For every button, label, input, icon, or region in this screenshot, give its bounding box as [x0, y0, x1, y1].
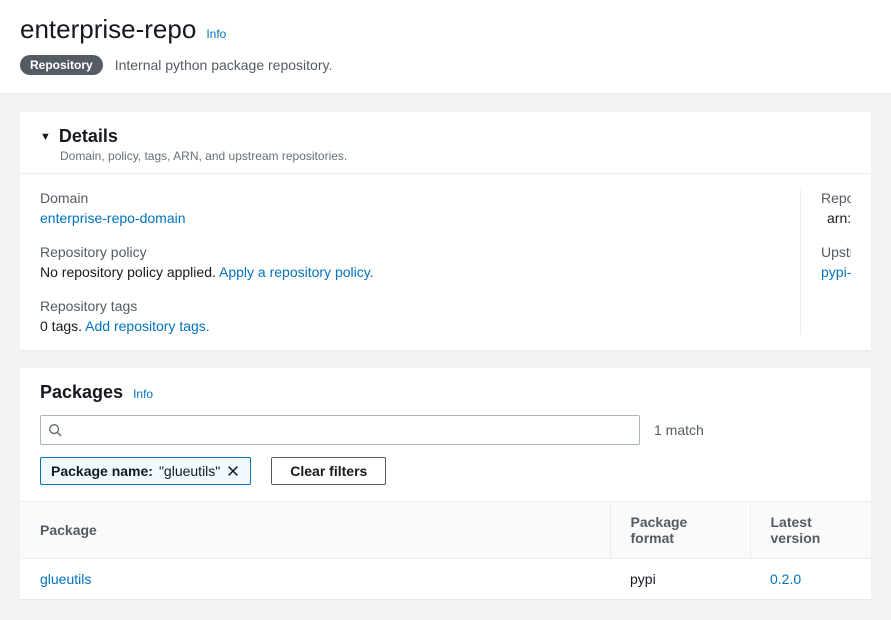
- package-search-input[interactable]: [40, 415, 640, 445]
- add-tags-link[interactable]: Add repository tags.: [85, 318, 210, 334]
- packages-title: Packages: [40, 382, 123, 403]
- details-collapse-toggle[interactable]: ▼: [40, 131, 51, 143]
- domain-label: Domain: [40, 190, 780, 206]
- upstream-label: Upstream repos: [821, 244, 851, 260]
- page-title: enterprise-repo: [20, 14, 196, 45]
- details-panel: ▼ Details Domain, policy, tags, ARN, and…: [20, 112, 871, 350]
- domain-link[interactable]: enterprise-repo-domain: [40, 210, 780, 226]
- packages-panel: Packages Info 1 match Package name: "glu…: [20, 368, 871, 599]
- filter-value: "glueutils": [159, 463, 220, 479]
- arn-value: arn:aws:co: [827, 210, 851, 226]
- table-row: glueutils pypi 0.2.0: [20, 559, 871, 600]
- search-icon: [48, 423, 62, 437]
- col-header-package[interactable]: Package: [20, 502, 610, 559]
- repo-description: Internal python package repository.: [115, 57, 333, 73]
- col-header-version[interactable]: Latest version: [750, 502, 871, 559]
- packages-info-link[interactable]: Info: [133, 387, 153, 401]
- title-info-link[interactable]: Info: [206, 27, 226, 41]
- package-format: pypi: [610, 559, 750, 600]
- arn-label: Repository ARN: [821, 190, 851, 206]
- policy-text: No repository policy applied.: [40, 264, 216, 280]
- tags-label: Repository tags: [40, 298, 780, 314]
- col-header-format[interactable]: Package format: [610, 502, 750, 559]
- apply-policy-link[interactable]: Apply a repository policy.: [219, 264, 374, 280]
- resource-type-badge: Repository: [20, 55, 103, 75]
- packages-table: Package Package format Latest version gl…: [20, 501, 871, 599]
- filter-key: Package name:: [51, 463, 153, 479]
- tags-count: 0 tags.: [40, 318, 82, 334]
- active-filter-chip: Package name: "glueutils": [40, 457, 251, 485]
- clear-filters-button[interactable]: Clear filters: [271, 457, 386, 485]
- details-subtitle: Domain, policy, tags, ARN, and upstream …: [60, 149, 851, 163]
- page-header: enterprise-repo Info Repository Internal…: [0, 0, 891, 94]
- match-count: 1 match: [654, 422, 704, 438]
- details-title: Details: [59, 126, 118, 147]
- policy-label: Repository policy: [40, 244, 780, 260]
- upstream-link[interactable]: pypi-store: [821, 264, 851, 280]
- package-name-link[interactable]: glueutils: [20, 559, 610, 600]
- remove-filter-icon[interactable]: [226, 464, 240, 478]
- package-version-link[interactable]: 0.2.0: [750, 559, 871, 600]
